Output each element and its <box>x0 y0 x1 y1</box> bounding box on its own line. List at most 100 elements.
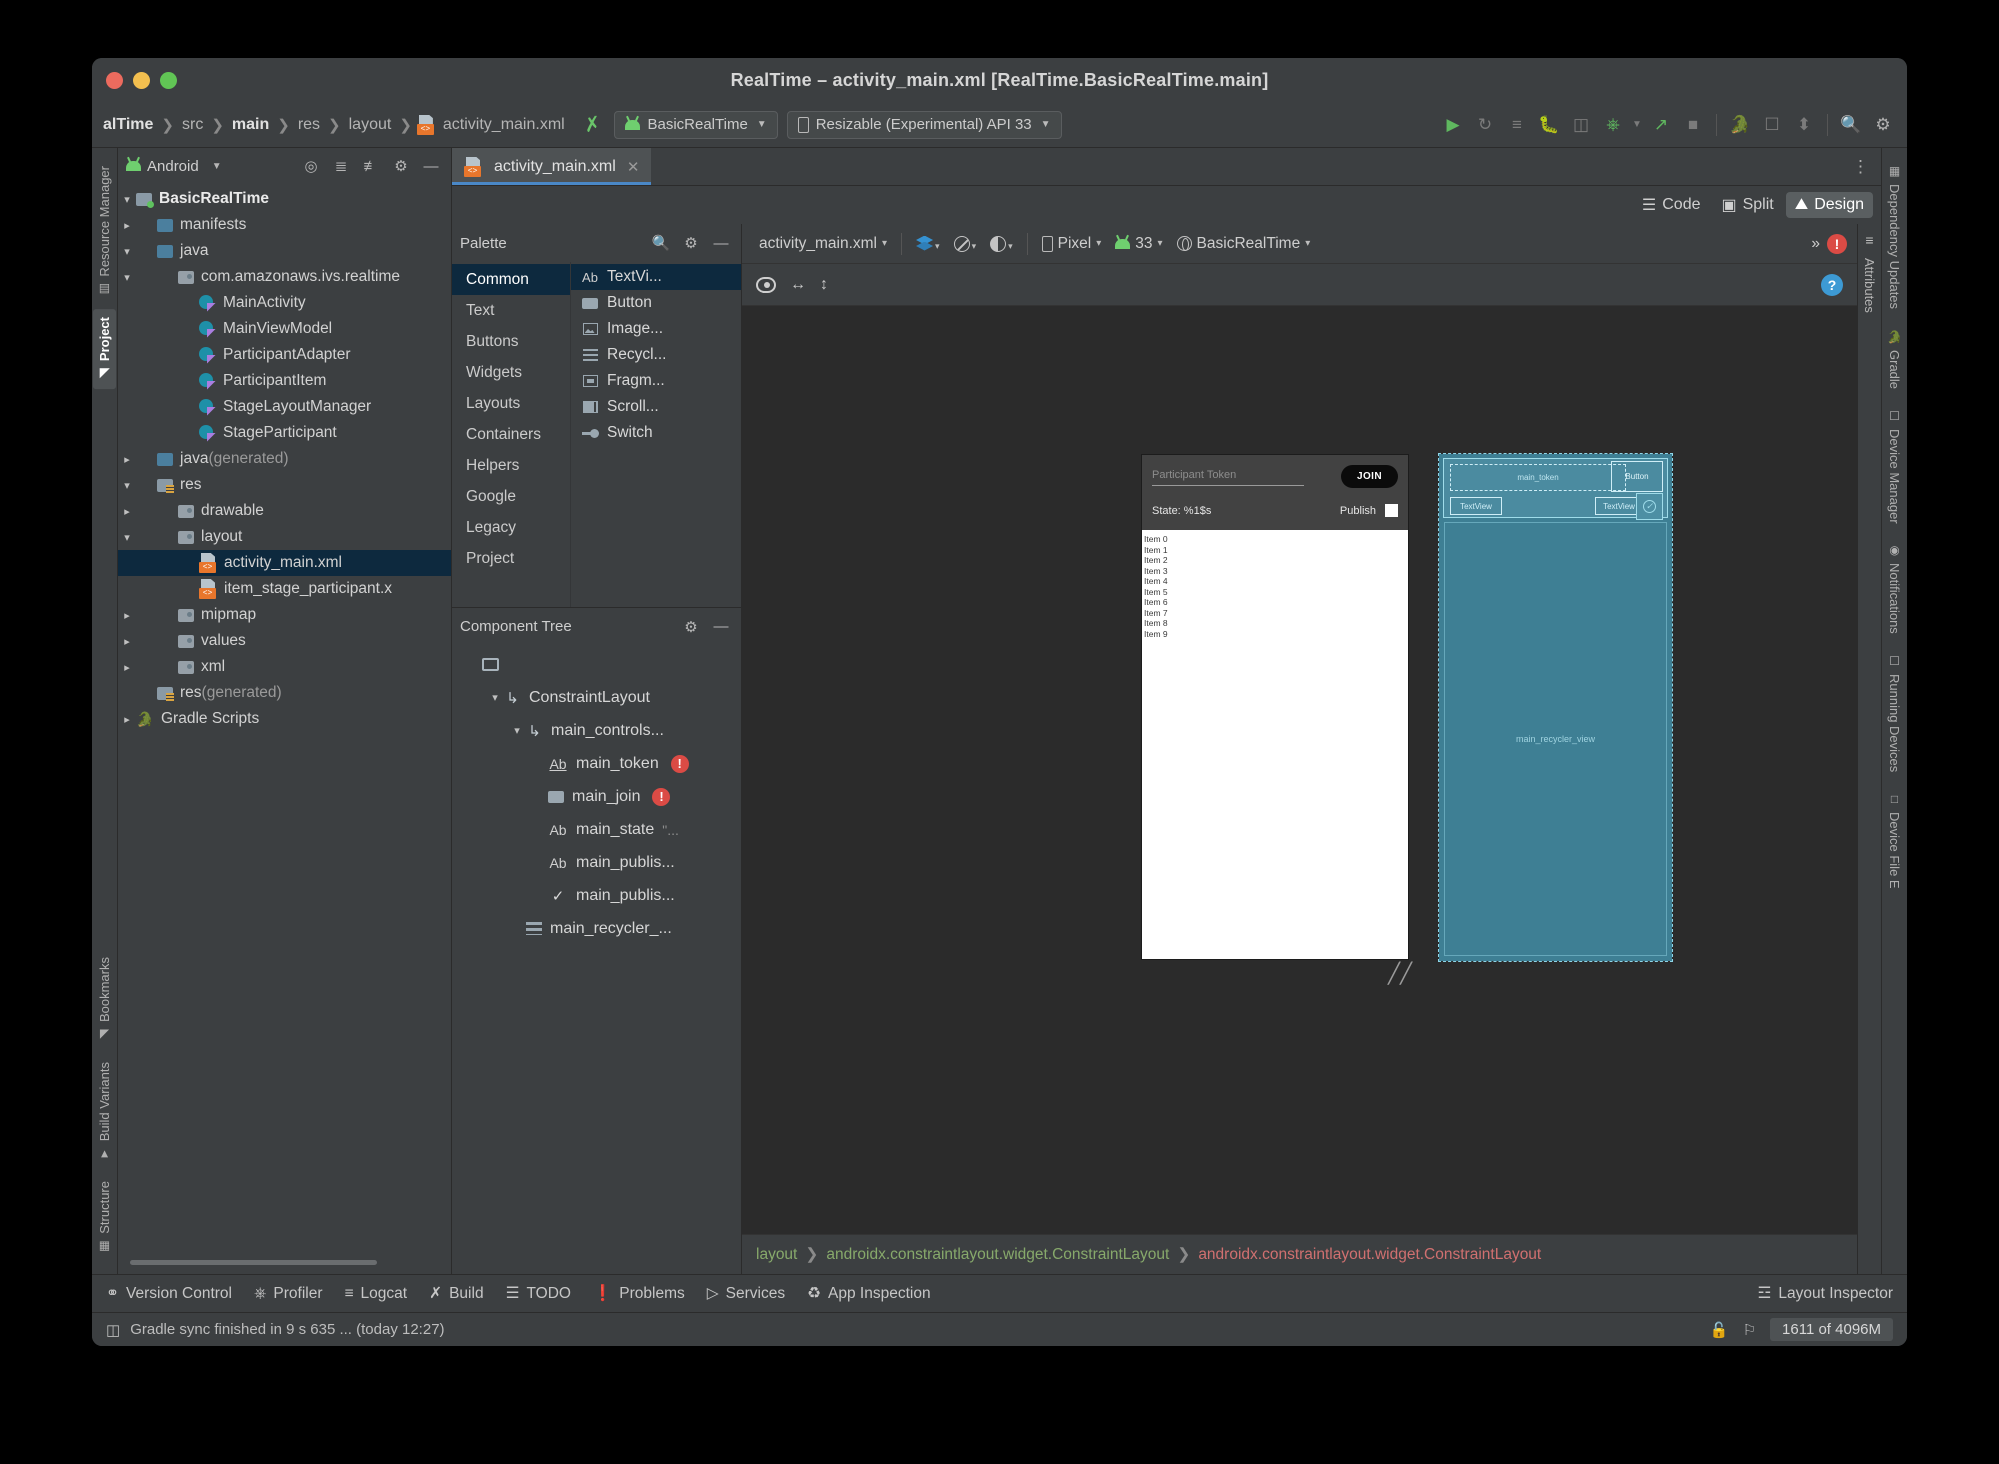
collapse-all-icon[interactable]: ≢ <box>359 154 383 178</box>
project-tree-item[interactable]: ▸ drawable <box>118 498 451 524</box>
hide-icon[interactable]: — <box>709 231 733 255</box>
palette-item-textview[interactable]: Ab TextVi... <box>571 264 741 290</box>
lock-icon[interactable]: 🔓 <box>1710 1321 1729 1339</box>
project-tree-item[interactable]: ▾ res <box>118 472 451 498</box>
device-manager-icon[interactable]: ☐ <box>1756 109 1788 141</box>
breadcrumb-project[interactable]: alTime <box>100 116 156 134</box>
palette-item-scrollview[interactable]: Scroll... <box>571 394 741 420</box>
expand-arrow-icon[interactable]: ▸ <box>118 713 136 726</box>
breadcrumb-constraintlayout-outer[interactable]: androidx.constraintlayout.widget.Constra… <box>826 1246 1169 1264</box>
settings-gear-icon[interactable]: ⚙ <box>679 615 703 639</box>
rendered-preview[interactable]: Participant Token JOIN State: %1$s Publi… <box>1142 455 1408 959</box>
error-badge-icon[interactable]: ! <box>652 787 671 806</box>
blueprint-textview-1[interactable]: TextView <box>1450 497 1502 515</box>
tab-split[interactable]: ▣ Split <box>1712 191 1782 219</box>
tool-todo[interactable]: ☰ TODO <box>506 1284 571 1303</box>
project-tree-item[interactable]: ▸ java (generated) <box>118 446 451 472</box>
project-tree-item[interactable]: ▸ xml <box>118 654 451 680</box>
sdk-manager-icon[interactable]: ⬍ <box>1788 109 1820 141</box>
tool-app-inspection[interactable]: ♻ App Inspection <box>807 1284 930 1303</box>
palette-item-imageview[interactable]: Image... <box>571 316 741 342</box>
project-tree-item[interactable]: ▸ StageParticipant <box>118 420 451 446</box>
expand-arrow-icon[interactable]: ▸ <box>530 790 548 803</box>
project-tree-item[interactable]: ▸ MainViewModel <box>118 316 451 342</box>
close-icon[interactable]: ✕ <box>627 158 640 176</box>
settings-gear-icon[interactable]: ⚙ <box>1867 109 1899 141</box>
palette-items[interactable]: Ab TextVi... Button Image... Recycl... Fragm.… <box>570 262 741 607</box>
breadcrumb-res[interactable]: res <box>295 116 323 134</box>
project-tree-item[interactable]: ▸ <> activity_main.xml <box>118 550 451 576</box>
module-selector[interactable]: BasicRealTime ▼ <box>614 110 778 139</box>
project-tree-item[interactable]: ▸ 🐊 Gradle Scripts <box>118 706 451 732</box>
component-tree-item[interactable]: ▸ main_recycler_... <box>452 912 741 945</box>
profile-dropdown-icon[interactable]: ▼ <box>1629 109 1645 141</box>
device-selector[interactable]: Resizable (Experimental) API 33 ▼ <box>786 110 1062 139</box>
tab-design[interactable]: ⛰ Design <box>1785 192 1873 218</box>
project-tree-item[interactable]: ▸ <> item_stage_participant.x <box>118 576 451 602</box>
sidebar-item-device-manager[interactable]: ☐ Device Manager <box>1883 401 1906 532</box>
settings-gear-icon[interactable]: ⚙ <box>679 231 703 255</box>
project-tree[interactable]: ▾ BasicRealTime ▸ manifests ▾ java ▾ com.amazon… <box>118 184 451 1260</box>
minimize-window-button[interactable] <box>133 71 150 89</box>
project-tree-item[interactable]: ▸ mipmap <box>118 602 451 628</box>
maximize-window-button[interactable] <box>160 71 177 89</box>
tool-logcat[interactable]: ≡ Logcat <box>345 1285 408 1303</box>
tool-profiler[interactable]: ⎈ Profiler <box>254 1285 323 1303</box>
tool-version-control[interactable]: ⚭ Version Control <box>106 1284 232 1303</box>
palette-categories[interactable]: Common Text Buttons Widgets Layouts Container… <box>452 262 570 607</box>
expand-arrow-icon[interactable]: ▾ <box>118 271 136 284</box>
expand-arrow-icon[interactable]: ▸ <box>118 427 136 440</box>
expand-arrow-icon[interactable]: ▸ <box>508 922 526 935</box>
device-dropdown[interactable]: Pixel ▾ <box>1035 232 1109 256</box>
blueprint-controls-container[interactable]: main_token Button TextView TextView ✓ <box>1443 458 1668 520</box>
breadcrumb-layout[interactable]: layout <box>346 116 395 134</box>
palette-category-widgets[interactable]: Widgets <box>452 357 570 388</box>
editor-options-icon[interactable]: ⋮ <box>1840 148 1881 185</box>
sidebar-item-structure[interactable]: ▦ Structure <box>93 1173 116 1262</box>
visibility-eye-icon[interactable] <box>756 276 776 293</box>
breadcrumb-constraintlayout-inner[interactable]: androidx.constraintlayout.widget.Constra… <box>1198 1246 1541 1264</box>
expand-all-icon[interactable]: ≣ <box>329 154 353 178</box>
sidebar-item-notifications[interactable]: ◉ Notifications <box>1883 535 1906 642</box>
expand-arrow-icon[interactable]: ▸ <box>118 401 136 414</box>
component-tree-item[interactable]: ▸Ab main_publis... <box>452 846 741 879</box>
project-tree-item[interactable]: ▾ com.amazonaws.ivs.realtime <box>118 264 451 290</box>
palette-item-switch[interactable]: Switch <box>571 420 741 446</box>
palette-item-recyclerview[interactable]: Recycl... <box>571 342 741 368</box>
run-icon[interactable]: ▶ <box>1437 109 1469 141</box>
preview-join-button[interactable]: JOIN <box>1341 465 1398 488</box>
sidebar-item-running-devices[interactable]: ☐ Running Devices <box>1883 646 1906 780</box>
component-tree-item[interactable]: ▸Ab main_state "... <box>452 813 741 846</box>
palette-category-helpers[interactable]: Helpers <box>452 450 570 481</box>
sidebar-item-bookmarks[interactable]: ◢ Bookmarks <box>93 949 116 1050</box>
preview-publish-checkbox[interactable] <box>1385 504 1398 517</box>
project-view-selector[interactable]: Android <box>147 158 199 175</box>
breadcrumb-file[interactable]: activity_main.xml <box>440 116 568 134</box>
gradle-sync-icon[interactable]: 🐊 <box>1724 109 1756 141</box>
design-file-selector[interactable]: activity_main.xml ▾ <box>752 232 894 256</box>
palette-item-button[interactable]: Button <box>571 290 741 316</box>
project-tree-item[interactable]: ▸ ParticipantItem <box>118 368 451 394</box>
stop-gradle-icon[interactable]: ≡ <box>1501 109 1533 141</box>
select-opened-file-icon[interactable]: ◎ <box>299 154 323 178</box>
project-tree-item[interactable]: ▸ values <box>118 628 451 654</box>
expand-arrow-icon[interactable]: ▸ <box>118 219 136 232</box>
blueprint-main-token[interactable]: main_token <box>1450 464 1626 491</box>
palette-category-project[interactable]: Project <box>452 543 570 574</box>
expand-arrow-icon[interactable]: ▸ <box>118 687 136 700</box>
expand-arrow-icon[interactable]: ▸ <box>118 661 136 674</box>
search-icon[interactable]: 🔍 <box>1835 109 1867 141</box>
project-tree-item[interactable]: ▸ MainActivity <box>118 290 451 316</box>
project-tree-item[interactable]: ▾ layout <box>118 524 451 550</box>
breadcrumb[interactable]: alTime ❯ src ❯ main ❯ res ❯ layout ❯ <> … <box>100 114 568 135</box>
project-tree-item[interactable]: ▸ StageLayoutManager <box>118 394 451 420</box>
project-tree-item[interactable]: ▸ manifests <box>118 212 451 238</box>
rerun-icon[interactable]: ↻ <box>1469 109 1501 141</box>
expand-arrow-icon[interactable]: ▸ <box>118 609 136 622</box>
project-tree-item[interactable]: ▸ ParticipantAdapter <box>118 342 451 368</box>
search-icon[interactable]: 🔍 <box>649 231 673 255</box>
expand-arrow-icon[interactable]: ▸ <box>464 658 482 671</box>
expand-arrow-icon[interactable]: ▸ <box>118 375 136 388</box>
component-tree-item[interactable]: ▾ ↳ main_controls... <box>452 714 741 747</box>
hide-icon[interactable]: — <box>419 154 443 178</box>
